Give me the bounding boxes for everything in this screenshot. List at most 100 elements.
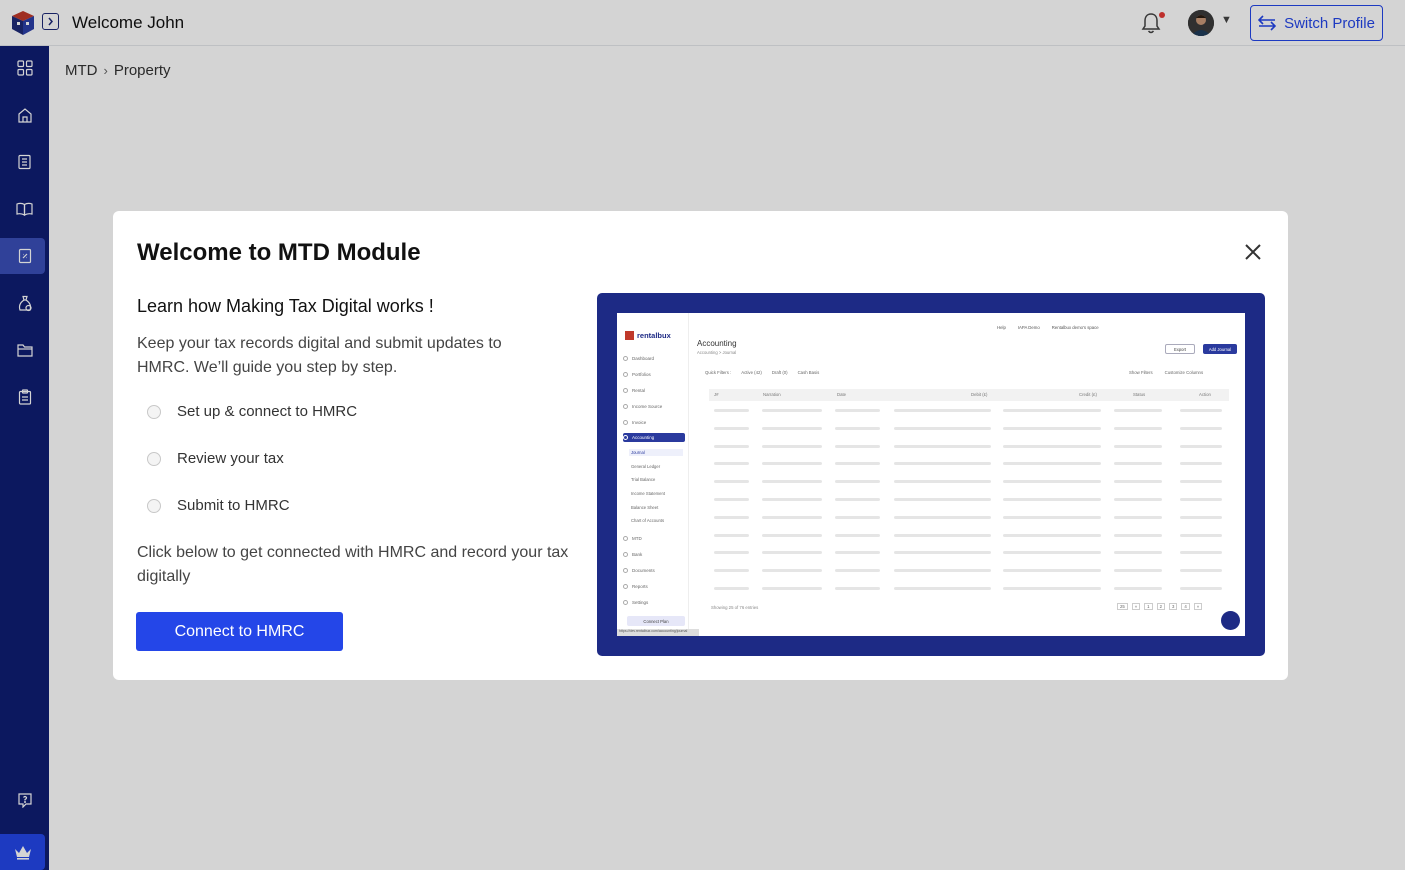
preview-skeleton-cell xyxy=(1003,515,1101,519)
preview-skeleton-cell xyxy=(1180,587,1222,590)
preview-nav-item: Documents xyxy=(623,566,685,575)
preview-skeleton-cell xyxy=(835,587,880,590)
preview-skeleton-cell xyxy=(1180,498,1222,501)
preview-skeleton-cell xyxy=(1114,587,1162,590)
preview-skeleton-cell xyxy=(762,444,822,448)
preview-nav-item: Invoice xyxy=(623,418,685,427)
step-setup: Set up & connect to HMRC xyxy=(147,403,357,420)
preview-skeleton-cell xyxy=(1114,551,1162,555)
preview-skeleton-cell xyxy=(1003,444,1101,448)
preview-skeleton-cell xyxy=(762,498,822,501)
preview-skeleton-cell xyxy=(1180,480,1222,484)
preview-skeleton-cell xyxy=(835,426,880,430)
app-preview-frame: rentalbux Dashboard Portfolios Rental In… xyxy=(597,293,1265,656)
step-label: Set up & connect to HMRC xyxy=(177,403,358,420)
preview-skeleton-cell xyxy=(762,480,822,484)
step-submit: Submit to HMRC xyxy=(147,497,290,514)
step-label: Submit to HMRC xyxy=(177,497,290,514)
preview-skeleton-cell xyxy=(835,462,880,466)
preview-skeleton-cell xyxy=(835,515,880,519)
preview-connect-plan: Connect Plan xyxy=(627,616,685,626)
preview-nav-item: Income Source xyxy=(623,402,685,411)
preview-skeleton-cell xyxy=(835,551,880,555)
preview-skeleton-cell xyxy=(762,551,822,555)
preview-nav-item: MTD xyxy=(623,534,685,543)
preview-url: https://dev.rentalbux.com/accounting/jou… xyxy=(617,629,699,636)
preview-topbar-item: Rentalbux demo's space xyxy=(1051,325,1099,330)
preview-nav-item: Dashboard xyxy=(623,354,685,363)
preview-skeleton-cell xyxy=(894,426,991,430)
preview-skeleton-cell xyxy=(714,426,749,430)
connect-to-hmrc-button[interactable]: Connect to HMRC xyxy=(136,612,343,651)
preview-nav-item: Portfolios xyxy=(623,370,685,379)
preview-chat-icon xyxy=(1221,611,1240,630)
preview-skeleton-cell xyxy=(894,409,991,412)
preview-skeleton-cell xyxy=(1003,551,1101,555)
preview-quick-filters: Quick Filters : Active (42) Draft (0) Ca… xyxy=(705,370,820,375)
modal-title: Welcome to MTD Module xyxy=(137,239,421,266)
preview-skeleton-cell xyxy=(1180,444,1222,448)
preview-right-filters: Show Filters Customize Columns xyxy=(1129,370,1204,375)
preview-page-title: Accounting xyxy=(697,339,737,348)
preview-skeleton-cell xyxy=(1180,515,1222,519)
preview-skeleton-cell xyxy=(1003,462,1101,466)
preview-skeleton-cell xyxy=(762,426,822,430)
preview-skeleton-cell xyxy=(835,409,880,412)
preview-sidebar: rentalbux Dashboard Portfolios Rental In… xyxy=(617,313,689,636)
preview-skeleton-cell xyxy=(1114,515,1162,519)
preview-pagination: 25 « 1 2 3 4 » xyxy=(1117,603,1203,610)
preview-skeleton-cell xyxy=(894,551,991,555)
preview-skeleton-cell xyxy=(1003,480,1101,484)
preview-skeleton-cell xyxy=(1003,498,1101,501)
preview-skeleton-cell xyxy=(835,498,880,501)
preview-skeleton-cell xyxy=(835,533,880,537)
preview-skeleton-cell xyxy=(714,515,749,519)
preview-skeleton-cell xyxy=(894,444,991,448)
preview-skeleton-cell xyxy=(1180,569,1222,573)
preview-skeleton-cell xyxy=(894,462,991,466)
preview-nav-item: Reports xyxy=(623,582,685,591)
preview-subnav-item: General Ledger xyxy=(631,464,661,469)
preview-nav-item: Bank xyxy=(623,550,685,559)
preview-add-journal-button: Add Journal xyxy=(1203,344,1237,354)
preview-skeleton-cell xyxy=(714,462,749,466)
step-review: Review your tax xyxy=(147,450,284,467)
preview-skeleton-cell xyxy=(894,533,991,537)
preview-skeleton-cell xyxy=(1180,533,1222,537)
preview-skeleton-cell xyxy=(894,515,991,519)
preview-skeleton-cell xyxy=(835,569,880,573)
preview-skeleton-cell xyxy=(835,480,880,484)
preview-table-header: J# Narration Date Debit (£) Credit (£) S… xyxy=(709,389,1229,401)
step-radio xyxy=(147,498,161,513)
preview-skeleton-cell xyxy=(1180,462,1222,466)
preview-skeleton-cell xyxy=(1114,569,1162,573)
preview-topbar-item: Help xyxy=(997,325,1006,330)
preview-subnav-item: Trial Balance xyxy=(631,477,656,482)
preview-skeleton-cell xyxy=(894,569,991,573)
preview-subnav-item: Journal xyxy=(629,449,683,456)
preview-skeleton-cell xyxy=(1003,587,1101,590)
close-icon[interactable] xyxy=(1244,243,1262,261)
preview-topbar-item: IAPA Demo xyxy=(1017,325,1040,330)
preview-skeleton-cell xyxy=(894,498,991,501)
preview-skeleton-cell xyxy=(714,569,749,573)
preview-skeleton-cell xyxy=(1003,533,1101,537)
step-radio xyxy=(147,404,161,419)
preview-skeleton-cell xyxy=(714,551,749,555)
preview-skeleton-cell xyxy=(762,462,822,466)
mtd-welcome-modal: Welcome to MTD Module Learn how Making T… xyxy=(113,211,1288,680)
preview-skeleton-cell xyxy=(1114,498,1162,501)
preview-skeleton-cell xyxy=(1114,444,1162,448)
preview-skeleton-cell xyxy=(1003,409,1101,412)
preview-skeleton-cell xyxy=(762,569,822,573)
preview-skeleton-cell xyxy=(714,444,749,448)
preview-skeleton-cell xyxy=(714,409,749,412)
preview-skeleton-cell xyxy=(894,480,991,484)
preview-nav-item: Rental xyxy=(623,386,685,395)
preview-brand: rentalbux xyxy=(637,331,671,340)
preview-subnav-item: Balance Sheet xyxy=(631,505,659,510)
preview-skeleton-cell xyxy=(1180,426,1222,430)
preview-logo: rentalbux xyxy=(625,331,671,340)
preview-nav-item: Settings xyxy=(623,598,685,607)
learn-heading: Learn how Making Tax Digital works ! xyxy=(137,296,434,316)
